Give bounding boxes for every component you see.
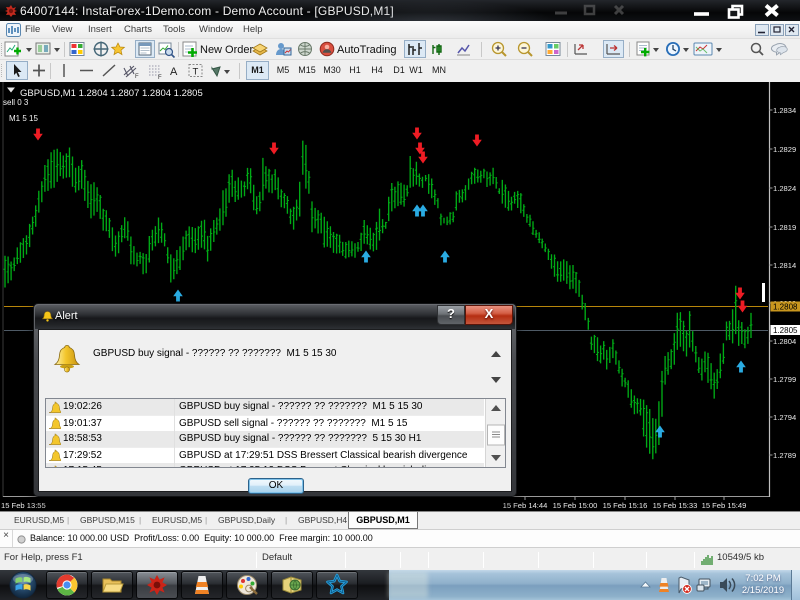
svg-text:AutoTrading: AutoTrading <box>337 44 397 56</box>
svg-text:1.2804: 1.2804 <box>773 337 796 346</box>
svg-text:15 Feb 15:00: 15 Feb 15:00 <box>553 501 598 510</box>
svg-text:F: F <box>135 74 139 80</box>
svg-text:1.2829: 1.2829 <box>773 145 796 154</box>
svg-text:15 Feb 15:33: 15 Feb 15:33 <box>653 501 698 510</box>
svg-text:1.2805: 1.2805 <box>773 326 798 335</box>
svg-text:M1 5 15: M1 5 15 <box>9 114 38 123</box>
svg-text:15 Feb 13:55: 15 Feb 13:55 <box>1 501 46 510</box>
svg-text:15 Feb 14:44: 15 Feb 14:44 <box>503 501 548 510</box>
svg-text:1.2799: 1.2799 <box>773 375 796 384</box>
svg-text:T: T <box>193 67 199 78</box>
svg-text:1.2789: 1.2789 <box>773 451 796 460</box>
svg-text:1.2794: 1.2794 <box>773 413 796 422</box>
svg-text:1.2808: 1.2808 <box>773 303 798 312</box>
svg-text:sell 0 3: sell 0 3 <box>3 98 29 107</box>
svg-text:1.2824: 1.2824 <box>773 184 796 193</box>
svg-text:New Order: New Order <box>200 44 254 56</box>
svg-text:1.2819: 1.2819 <box>773 223 796 232</box>
svg-text:GBPUSD,M1 1.2804 1.2807 1.280: GBPUSD,M1 1.2804 1.2807 1.2804 1.2805 <box>20 88 203 99</box>
svg-text:F: F <box>158 75 162 81</box>
svg-text:1.2834: 1.2834 <box>773 106 796 115</box>
svg-text:A: A <box>170 66 178 78</box>
svg-text:1.2814: 1.2814 <box>773 261 796 270</box>
svg-text:15 Feb 15:49: 15 Feb 15:49 <box>702 501 747 510</box>
svg-text:15 Feb 15:16: 15 Feb 15:16 <box>603 501 648 510</box>
